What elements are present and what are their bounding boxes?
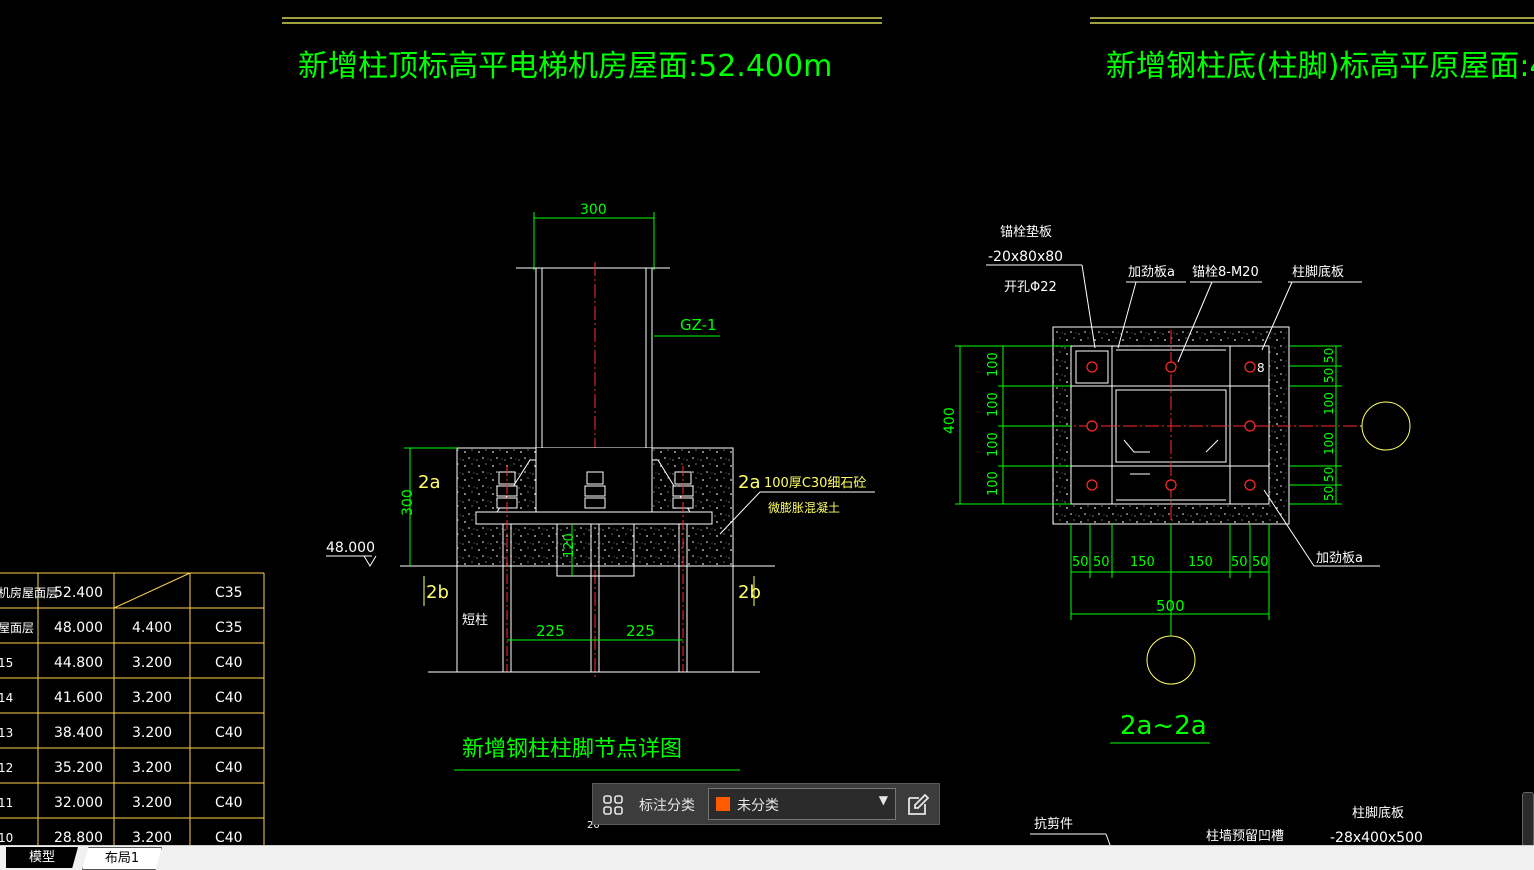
plan-left-dim-2: 100 [986, 392, 1001, 417]
category-color-swatch [716, 797, 730, 811]
plan-dim-400: 400 [942, 407, 958, 434]
stiffener-a-top: 加劲板a [1128, 265, 1175, 280]
floor-table-grade-cell: C40 [215, 760, 243, 776]
floor-table-name-cell: 13 [0, 726, 13, 740]
plan-right-dim-3: 100 [1322, 392, 1336, 415]
section-2a-left: 2a [418, 472, 440, 493]
grid-icon[interactable] [601, 793, 625, 817]
cad-drawing-canvas[interactable]: 新增柱顶标高平电梯机房屋面:52.400m 新增钢柱底(柱脚)标高平原屋面:48… [0, 0, 1534, 845]
short-column-label: 短柱 [462, 613, 488, 628]
plan-right-dim-5: 50 [1322, 467, 1336, 482]
annotation-toolbar: 标注分类 未分类 ▼ [592, 783, 940, 825]
elevation-mark: 48.000 [326, 540, 375, 556]
elev-dim-225-right: 225 [626, 622, 655, 640]
floor-table-elev-cell: 44.800 [54, 655, 103, 671]
annotation-category-dropdown[interactable]: 未分类 ▼ [708, 788, 896, 820]
layout-tabs-bar: 模型 布局1 [0, 845, 1534, 870]
floor-table-grade-cell: C40 [215, 655, 243, 671]
anchor-bolts-label: 锚栓8-M20 [1192, 265, 1259, 280]
floor-table-grade-cell: C40 [215, 830, 243, 845]
plan-detail: 8 400 100 100 100 100 50 50 100 100 50 5… [942, 224, 1411, 744]
right-heading: 新增钢柱底(柱脚)标高平原屋面:48.000m [1090, 17, 1534, 84]
base-plate-label: 柱脚底板 [1292, 264, 1344, 280]
floor-table-grade-cell: C35 [215, 620, 243, 636]
floor-table-name-cell: 12 [0, 761, 13, 775]
anchor-washer-size: -20x80x80 [988, 249, 1063, 265]
column-label: GZ-1 [680, 316, 717, 334]
hole-label: 开孔Φ22 [1004, 280, 1057, 295]
floor-table-name-cell: 机房屋面层 [0, 585, 58, 600]
floor-table-elev-cell: 41.600 [54, 690, 103, 706]
floor-table-elev-cell: 28.800 [54, 830, 103, 845]
stiffener-a-bottom: 加劲板a [1316, 551, 1363, 566]
plan-bottom-dim-1: 50 [1072, 555, 1089, 570]
floor-table-elev-cell: 32.000 [54, 795, 103, 811]
bottom-base-plate-label: 柱脚底板 [1352, 805, 1404, 821]
tab-model[interactable]: 模型 [6, 847, 78, 868]
floor-table-grade-cell: C35 [215, 585, 243, 601]
floor-table-height-cell: 3.200 [132, 760, 172, 776]
grid-bubble-bottom [1146, 635, 1196, 685]
plan-bottom-dim-6: 50 [1252, 555, 1269, 570]
tab-layout1[interactable]: 布局1 [82, 847, 162, 870]
floor-table-name-cell: 屋面层 [0, 621, 34, 635]
floor-table-grade-cell: C40 [215, 690, 243, 706]
plan-bottom-dim-5: 50 [1231, 555, 1248, 570]
concrete-note-1: 100厚C30细石砼 [764, 476, 866, 491]
floor-table-height-cell: 3.200 [132, 830, 172, 845]
right-heading-text: 新增钢柱底(柱脚)标高平原屋面:48.000m [1106, 49, 1534, 84]
groove-label: 柱墙预留凹槽 [1206, 829, 1284, 844]
annotation-category-label: 标注分类 [639, 798, 695, 814]
elev-dim-225-left: 225 [536, 622, 565, 640]
plan-bottom-dim-2: 50 [1093, 555, 1110, 570]
elev-dim-120: 120 [562, 533, 577, 558]
grid-bubble-right [1361, 401, 1411, 451]
plan-right-dim-1: 50 [1322, 348, 1336, 363]
floor-table-name-cell: 10 [0, 831, 13, 845]
floor-table-height-cell: 3.200 [132, 795, 172, 811]
plan-left-dim-3: 100 [986, 432, 1001, 457]
shear-key-label: 抗剪件 [1034, 816, 1073, 832]
elev-dim-top: 300 [580, 202, 607, 218]
section-2a-right: 2a [738, 472, 760, 493]
plan-right-dim-6: 50 [1322, 486, 1336, 501]
plan-left-dim-1: 100 [986, 352, 1001, 377]
concrete-note-2: 微膨胀混凝土 [768, 500, 840, 515]
section-title: 2a~2a [1120, 711, 1207, 741]
floor-table-name-cell: 15 [0, 656, 13, 670]
section-2b-right: 2b [738, 582, 761, 603]
anchor-washer-label: 锚栓垫板 [1000, 224, 1052, 240]
edit-icon[interactable] [905, 792, 931, 818]
plan-left-dim-4: 100 [986, 471, 1001, 496]
floor-table-height-cell: 3.200 [132, 655, 172, 671]
annotation-category-value: 未分类 [737, 798, 779, 814]
chevron-down-icon: ▼ [878, 793, 888, 807]
section-2b-left: 2b [426, 582, 449, 603]
bottom-base-plate-size: -28x400x500 [1330, 830, 1423, 845]
plan-bottom-dim-4: 150 [1188, 555, 1213, 570]
elevation-detail: 300 GZ-1 300 120 225 225 2a 2a 2b 2b 48.… [326, 202, 875, 771]
floor-table-elev-cell: 48.000 [54, 620, 103, 636]
elev-dim-300: 300 [400, 489, 416, 516]
left-heading-text: 新增柱顶标高平电梯机房屋面:52.400m [298, 49, 832, 84]
weld-mark: 8 [1257, 361, 1265, 375]
floor-table-grade-cell: C40 [215, 795, 243, 811]
plan-right-dim-2: 50 [1322, 368, 1336, 383]
detail-title: 新增钢柱柱脚节点详图 [462, 737, 682, 762]
floor-table-elev-cell: 35.200 [54, 760, 103, 776]
floor-table-name-cell: 11 [0, 796, 13, 810]
floor-table: 机房屋面层52.400 C35 屋面层 48.000 4.400 C35 15 44.800 3… [0, 572, 265, 845]
plan-dim-500: 500 [1156, 597, 1185, 615]
plan-bottom-dim-3: 150 [1130, 555, 1155, 570]
plan-right-dim-4: 100 [1322, 432, 1336, 455]
floor-table-elev-cell: 52.400 [54, 585, 103, 601]
left-heading: 新增柱顶标高平电梯机房屋面:52.400m [282, 17, 882, 84]
floor-table-height-cell: 3.200 [132, 690, 172, 706]
floor-table-grade-cell: C40 [215, 725, 243, 741]
floor-table-height-cell: 4.400 [132, 620, 172, 636]
floor-table-name-cell: 14 [0, 691, 13, 705]
floor-table-elev-cell: 38.400 [54, 725, 103, 741]
floor-table-height-cell: 3.200 [132, 725, 172, 741]
